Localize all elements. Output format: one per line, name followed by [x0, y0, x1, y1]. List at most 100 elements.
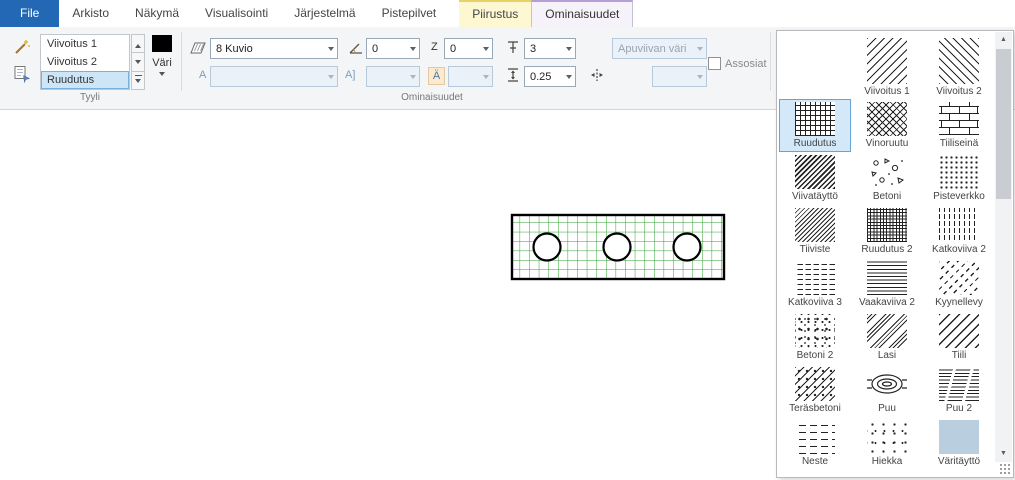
z-combo[interactable]: 0	[444, 38, 493, 59]
gallery-item-hiekka[interactable]: Hiekka	[851, 417, 923, 470]
color-button[interactable]: Väri	[148, 34, 176, 94]
hole-circle-3[interactable]	[674, 234, 701, 261]
pattern-gallery-panel: Viivoitus 1 Viivoitus 2 Ruudutus Vinoruu…	[776, 30, 1014, 478]
style-scroll-down-button[interactable]	[131, 53, 145, 71]
pattern-swatch-icon	[867, 420, 907, 454]
tolerance-value: 0.25	[525, 71, 562, 83]
hole-circle-2[interactable]	[604, 234, 631, 261]
panel-resize-grip[interactable]	[999, 463, 1011, 475]
hatched-rectangle-drawing[interactable]	[510, 213, 728, 283]
gallery-scrollbar[interactable]: ▲ ▼	[995, 32, 1012, 462]
style-scroll-up-button[interactable]	[131, 34, 145, 53]
tab-visualisointi[interactable]: Visualisointi	[192, 0, 281, 27]
guide-color-combo: Apuviivan väri	[612, 38, 707, 59]
gallery-item-kyynellevy[interactable]: Kyynellevy	[923, 258, 995, 311]
row-spacing-combo[interactable]: 3	[524, 38, 576, 59]
gallery-item-terasbetoni[interactable]: Teräsbetoni	[779, 364, 851, 417]
pattern-combo[interactable]: 8 Kuvio	[210, 38, 338, 59]
style-gallery-expand-button[interactable]	[131, 72, 145, 90]
angle-combo-arrow-icon[interactable]	[406, 39, 419, 58]
gallery-item-katkoviiva-3[interactable]: Katkoviiva 3	[779, 258, 851, 311]
gallery-item-viivataytto[interactable]: Viivatäyttö	[779, 152, 851, 205]
gallery-item-label: Tiiliseinä	[940, 138, 979, 149]
ae-toggle[interactable]: Ä	[428, 67, 445, 85]
hole-circle-1[interactable]	[534, 234, 561, 261]
gallery-item-tiiviste[interactable]: Tiiviste	[779, 205, 851, 258]
scrollbar-down-icon[interactable]: ▼	[995, 446, 1012, 462]
gallery-item-pisteverkko[interactable]: Pisteverkko	[923, 152, 995, 205]
pattern-swatch-icon	[867, 314, 907, 348]
gallery-item-katkoviiva-2[interactable]: Katkoviiva 2	[923, 205, 995, 258]
gallery-item-empty[interactable]	[779, 35, 851, 99]
ae-combo-arrow-icon	[479, 67, 492, 86]
guide-weight-combo	[652, 66, 707, 87]
style-item-ruudutus[interactable]: Ruudutus	[41, 71, 129, 89]
ribbon-tab-bar: File Arkisto Näkymä Visualisointi Järjes…	[0, 0, 1015, 27]
style-list-spinner	[131, 34, 145, 90]
app-window: File Arkisto Näkymä Visualisointi Järjes…	[0, 0, 1015, 480]
gallery-item-label: Viivatäyttö	[792, 191, 838, 202]
guide-color-label: Apuviivan väri	[613, 43, 693, 55]
pattern-swatch-icon	[939, 38, 979, 84]
snap-to-line-icon	[589, 67, 605, 83]
gallery-item-betoni[interactable]: Betoni	[851, 152, 923, 205]
tab-ominaisuudet[interactable]: Ominaisuudet	[531, 0, 633, 27]
gallery-item-ruudutus-2[interactable]: Ruudutus 2	[851, 205, 923, 258]
a-label: A	[199, 69, 206, 81]
brick-pattern-icon	[939, 102, 979, 136]
gallery-item-lasi[interactable]: Lasi	[851, 311, 923, 364]
gallery-item-label: Viivoitus 1	[864, 86, 909, 97]
gallery-item-betoni-2[interactable]: Betoni 2	[779, 311, 851, 364]
pattern-swatch-icon	[939, 261, 979, 295]
gallery-item-viivoitus-1[interactable]: Viivoitus 1	[851, 35, 923, 99]
group-separator	[181, 32, 182, 91]
gallery-item-label: Kyynellevy	[935, 297, 983, 308]
tab-nakyma[interactable]: Näkymä	[122, 0, 192, 27]
tab-file[interactable]: File	[0, 0, 59, 27]
gallery-item-label: Neste	[802, 456, 828, 467]
pattern-swatch-icon	[795, 261, 835, 295]
gallery-item-label: Katkoviiva 2	[932, 244, 986, 255]
tab-piirustus[interactable]: Piirustus	[459, 0, 531, 27]
gallery-item-viivoitus-2[interactable]: Viivoitus 2	[923, 35, 995, 99]
gallery-item-label: Ruudutus 2	[861, 244, 912, 255]
pattern-swatch-icon	[867, 102, 907, 136]
scrollbar-thumb[interactable]	[996, 49, 1011, 199]
tab-jarjestelma[interactable]: Järjestelmä	[281, 0, 368, 27]
gallery-item-tiili[interactable]: Tiili	[923, 311, 995, 364]
gallery-item-label: Viivoitus 2	[936, 86, 981, 97]
gallery-item-puu[interactable]: Puu	[851, 364, 923, 417]
gallery-item-label: Puu 2	[946, 403, 972, 414]
scrollbar-up-icon[interactable]: ▲	[995, 32, 1012, 48]
color-button-label: Väri	[148, 57, 176, 69]
row-spacing-value: 3	[525, 43, 562, 55]
angle-combo[interactable]: 0	[366, 38, 420, 59]
match-pattern-button[interactable]	[10, 62, 34, 86]
flood-hatch-button[interactable]	[10, 35, 34, 59]
gallery-item-puu-2[interactable]: Puu 2	[923, 364, 995, 417]
style-item-viivoitus-1[interactable]: Viivoitus 1	[41, 35, 129, 53]
gallery-item-vinoruutu[interactable]: Vinoruutu	[851, 99, 923, 152]
pattern-swatch-icon	[795, 208, 835, 242]
tolerance-combo[interactable]: 0.25	[524, 66, 576, 87]
gallery-item-neste[interactable]: Neste	[779, 417, 851, 470]
tolerance-combo-arrow-icon[interactable]	[562, 67, 575, 86]
z-combo-arrow-icon[interactable]	[479, 39, 492, 58]
gallery-item-ruudutus[interactable]: Ruudutus	[779, 99, 851, 152]
pattern-swatch-icon	[795, 420, 835, 454]
current-color-swatch	[152, 35, 172, 52]
associative-checkbox[interactable]	[708, 57, 721, 70]
gallery-item-label: Puu	[878, 403, 896, 414]
style-item-viivoitus-2[interactable]: Viivoitus 2	[41, 53, 129, 71]
gallery-item-varitaytto[interactable]: Väritäyttö	[923, 417, 995, 470]
pattern-swatch-icon	[867, 208, 907, 242]
tab-arkisto[interactable]: Arkisto	[59, 0, 122, 27]
gallery-item-tiiliseina[interactable]: Tiiliseinä	[923, 99, 995, 152]
row-spacing-combo-arrow-icon[interactable]	[562, 39, 575, 58]
color-dropdown-arrow-icon[interactable]	[159, 72, 165, 79]
hatch-style-list: Viivoitus 1 Viivoitus 2 Ruudutus	[40, 34, 130, 90]
pattern-combo-arrow-icon[interactable]	[324, 39, 337, 58]
group-separator	[770, 32, 771, 91]
tab-pistepilvet[interactable]: Pistepilvet	[369, 0, 450, 27]
gallery-item-vaakaviiva-2[interactable]: Vaakaviiva 2	[851, 258, 923, 311]
